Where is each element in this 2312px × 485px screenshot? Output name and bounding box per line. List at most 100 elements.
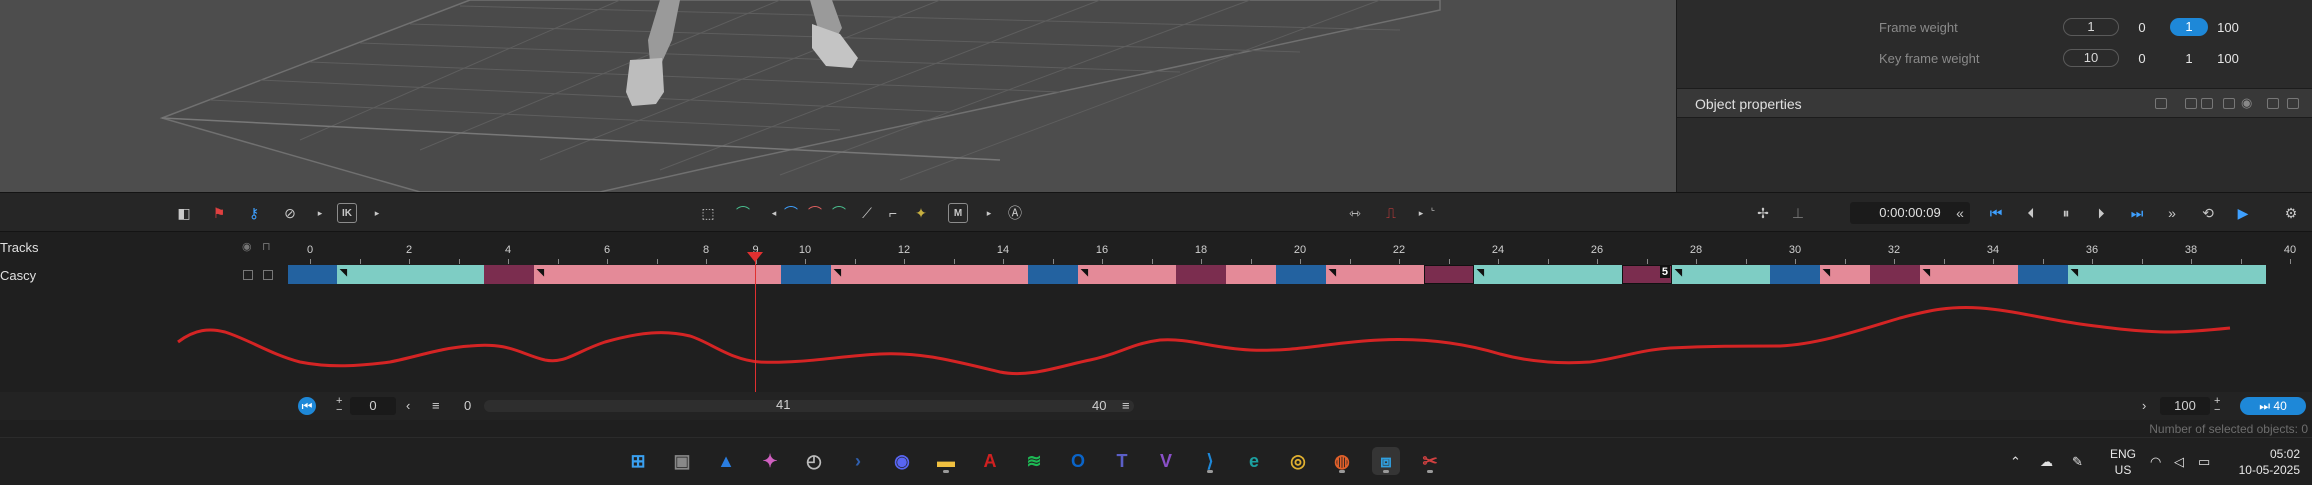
track-segment[interactable]	[781, 265, 831, 284]
flag-icon[interactable]: ⚑	[208, 202, 230, 224]
curve-left-icon[interactable]: ◂	[768, 202, 780, 224]
track-segment[interactable]	[1176, 265, 1226, 284]
step-dropdown-icon[interactable]: ▸	[1415, 202, 1427, 224]
panel-icon-4[interactable]	[2223, 98, 2235, 109]
ease-in-icon[interactable]: ⌒	[780, 202, 802, 224]
fit-icon[interactable]: ⇿	[1344, 202, 1366, 224]
linear-icon[interactable]: ⟋	[856, 202, 878, 224]
prev-frame-icon[interactable]: ⏴	[2020, 202, 2042, 224]
start-value-field[interactable]: 0	[350, 397, 396, 415]
prev-key-icon[interactable]: ⏮	[1985, 202, 2007, 224]
key-frame-weight-max[interactable]: 100	[2213, 51, 2243, 66]
list-icon[interactable]: ≡	[432, 397, 440, 415]
lock-icon[interactable]: ⊓	[262, 240, 271, 253]
keyframe-marker-icon[interactable]: ◥	[340, 267, 347, 278]
key-frame-weight-mid[interactable]: 1	[2177, 51, 2201, 66]
track-checkbox-1[interactable]	[243, 270, 253, 280]
3d-viewport[interactable]	[0, 0, 1676, 192]
pin-tool-icon[interactable]: ✢	[1752, 202, 1774, 224]
panel-icon-3[interactable]	[2201, 98, 2213, 109]
playhead-line[interactable]	[755, 252, 756, 394]
chevron-up-icon[interactable]: ⌃	[2010, 454, 2021, 470]
keyframe-marker-icon[interactable]: ◥	[834, 267, 841, 278]
track-segment[interactable]: ◥	[1820, 265, 1870, 284]
panel-icon-2[interactable]	[2185, 98, 2197, 109]
go-start-button[interactable]: ⏮	[298, 397, 316, 415]
auto-icon[interactable]: Ⓐ	[1004, 202, 1026, 224]
left-arrow-icon[interactable]: ‹	[406, 397, 410, 415]
key-frame-weight-input[interactable]: 10	[2063, 49, 2119, 67]
m-dropdown-icon[interactable]: ▸	[983, 202, 995, 224]
next-frame-icon[interactable]: ⏵	[2090, 202, 2112, 224]
volume-icon[interactable]: ◁	[2174, 454, 2184, 470]
frame-ruler[interactable]: 0 2 4 6 8 9 10 12 14 16 18 20 22 24 26 28 30 32 34 36 38 40	[288, 232, 2312, 264]
clock-icon[interactable]: ◴	[800, 447, 828, 475]
snipping-tool-icon[interactable]: ✂	[1416, 447, 1444, 475]
zoom-plus-minus-icon[interactable]: + −	[2214, 396, 2220, 416]
chrome-icon[interactable]: ◎	[1284, 447, 1312, 475]
panel-icon-5[interactable]	[2267, 98, 2279, 109]
pin-icon[interactable]: ✦	[910, 202, 932, 224]
track-segment[interactable]	[1424, 265, 1474, 284]
m-button[interactable]: M	[948, 203, 968, 223]
track-segment[interactable]	[1770, 265, 1820, 284]
play-icon[interactable]: ▶	[2232, 202, 2254, 224]
disable-icon[interactable]: ⊘	[279, 202, 301, 224]
track-segment[interactable]: 5	[1622, 265, 1672, 284]
animation-app-icon[interactable]: ⧈	[1372, 447, 1400, 475]
step-icon[interactable]: ⌐	[882, 202, 904, 224]
start-icon[interactable]: ⊞	[624, 447, 652, 475]
track-segment[interactable]	[484, 265, 534, 284]
system-clock[interactable]: 05:02 10-05-2025	[2239, 446, 2300, 478]
battery-icon[interactable]: ▭	[2198, 454, 2210, 470]
rewind-icon[interactable]: «	[1949, 202, 1971, 224]
timeline-scrollbar[interactable]: 41	[484, 397, 1134, 412]
panel-icon-6[interactable]	[2287, 98, 2299, 109]
frame-select-icon[interactable]: ⬚	[697, 202, 719, 224]
frame-weight-mid[interactable]: 1	[2170, 18, 2208, 36]
discord-icon[interactable]: ◉	[888, 447, 916, 475]
track-segment[interactable]	[1870, 265, 1920, 284]
track-segment[interactable]: ◥	[1474, 265, 1622, 284]
zoom-field[interactable]: 100	[2160, 397, 2210, 415]
vscode-icon[interactable]: ⟩	[1196, 447, 1224, 475]
keyframe-marker-icon[interactable]: ◥	[1329, 267, 1336, 278]
right-arrow-icon[interactable]: ›	[2142, 397, 2146, 415]
wifi-icon[interactable]: ◠	[2150, 454, 2161, 470]
keyframe-marker-icon[interactable]: ◥	[1923, 267, 1930, 278]
photos-icon[interactable]: ▲	[712, 447, 740, 475]
keyframe-marker-icon[interactable]: ◥	[1675, 267, 1682, 278]
key-icon[interactable]: ⚷	[243, 202, 265, 224]
gear-icon[interactable]: ⚙	[2280, 202, 2302, 224]
track-clips[interactable]: ◥ ◥ ◥ ◥ ◥ ◥ 5 ◥ ◥ ◥ ◥	[288, 265, 2312, 284]
loop-icon[interactable]: ⟲	[2197, 202, 2219, 224]
ease-both-icon[interactable]: ⌒	[828, 202, 850, 224]
powershell-icon[interactable]: ›	[844, 447, 872, 475]
visual-studio-icon[interactable]: V	[1152, 447, 1180, 475]
frame-weight-input[interactable]: 1	[2063, 18, 2119, 36]
fast-forward-icon[interactable]: »	[2161, 202, 2183, 224]
keyframe-marker-icon[interactable]: ◥	[1477, 267, 1484, 278]
panel-icon-1[interactable]	[2155, 98, 2167, 109]
ik-button[interactable]: IK	[337, 203, 357, 223]
dropdown-arrow-icon[interactable]: ▸	[314, 202, 326, 224]
track-segment[interactable]	[288, 265, 337, 284]
track-segment[interactable]: ◥	[1920, 265, 2018, 284]
end-frame-button[interactable]: ⏭ 40	[2240, 397, 2306, 415]
file-explorer-icon[interactable]: ▬	[932, 447, 960, 475]
track-segment[interactable]	[1028, 265, 1078, 284]
copilot-icon[interactable]: ✦	[756, 447, 784, 475]
step-key-icon[interactable]: ⎍	[1380, 202, 1402, 224]
track-segment[interactable]	[1226, 265, 1276, 284]
track-segment[interactable]: ◥	[1326, 265, 1424, 284]
edge-icon[interactable]: e	[1240, 447, 1268, 475]
teams-icon[interactable]: T	[1108, 447, 1136, 475]
ease-out-icon[interactable]: ⌒	[804, 202, 826, 224]
playhead-marker[interactable]	[747, 252, 763, 262]
curve-icon[interactable]: ⌒	[732, 202, 754, 224]
track-segment[interactable]: ◥	[831, 265, 1028, 284]
cloud-icon[interactable]: ☁	[2040, 454, 2053, 470]
spotify-icon[interactable]: ≋	[1020, 447, 1048, 475]
keyframe-marker-icon[interactable]: ◥	[1823, 267, 1830, 278]
track-segment[interactable]	[2018, 265, 2068, 284]
